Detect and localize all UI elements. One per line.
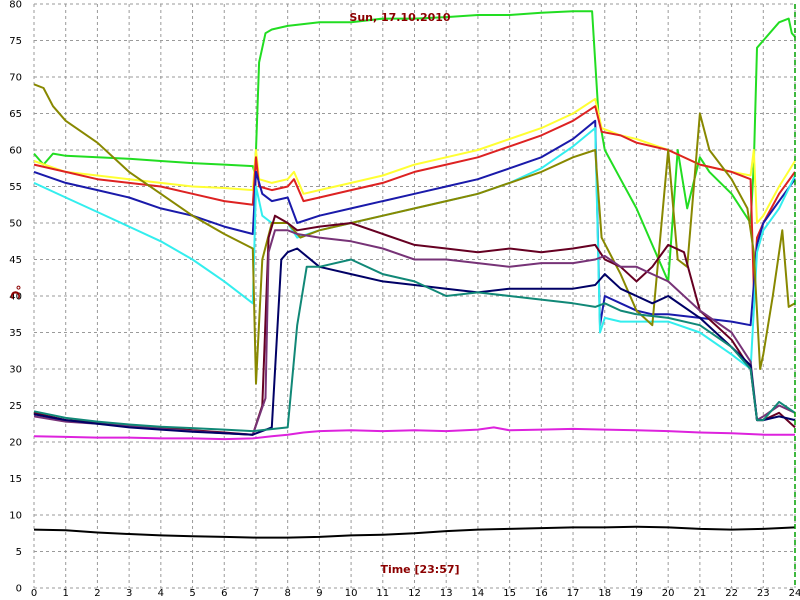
x-tick-label: 21 [694,588,707,599]
y-tick-label: 25 [9,401,22,412]
x-tick-label: 19 [630,588,643,599]
x-tick-label: 4 [158,588,164,599]
x-axis-label: Time [23:57] [380,563,459,576]
x-tick-label: 13 [440,588,453,599]
grid [33,3,796,589]
y-tick-label: 55 [9,182,22,193]
x-tick-label: 8 [284,588,290,599]
x-tick-label: 15 [503,588,516,599]
y-tick-label: 15 [9,474,22,485]
chart-title: Sun, 17.10.2010 [349,11,451,24]
y-tick-label: 10 [9,511,22,522]
y-tick-label: 80 [9,0,22,11]
x-tick-label: 7 [253,588,259,599]
x-tick-label: 0 [31,588,37,599]
temperature-chart: 05101520253035404550556065707580 0123456… [8,0,800,599]
x-tick-label: 9 [316,588,322,599]
y-tick-label: 70 [9,73,22,84]
x-tick-label: 23 [757,588,770,599]
x-tick-label: 22 [725,588,738,599]
x-tick-label: 20 [662,588,675,599]
x-tick-label: 2 [94,588,100,599]
x-tick-label: 12 [408,588,421,599]
x-tick-label: 24 [789,588,800,599]
y-tick-label: 5 [16,547,22,558]
x-tick-label: 6 [221,588,227,599]
y-tick-label: 65 [9,109,22,120]
x-tick-label: 16 [535,588,548,599]
y-tick-label: 45 [9,255,22,266]
x-tick-label: 17 [567,588,580,599]
x-tick-label: 11 [376,588,389,599]
y-tick-label: 20 [9,438,22,449]
x-tick-label: 18 [598,588,611,599]
x-tick-label: 10 [345,588,358,599]
x-tick-label: 3 [126,588,132,599]
y-tick-label: 50 [9,219,22,230]
y-axis-label: °C [8,285,22,300]
y-tick-label: 35 [9,328,22,339]
y-tick-label: 0 [16,584,22,595]
x-tick-label: 5 [189,588,195,599]
y-tick-label: 75 [9,36,22,47]
y-tick-label: 60 [9,146,22,157]
x-tick-label: 14 [472,588,485,599]
x-tick-label: 1 [63,588,69,599]
x-tick-labels: 0 1 2 3 4 5 6 7 8 9 10 11 12 13 14 15 16 17 18 19 20 21 22 23 24 [31,588,800,599]
y-tick-label: 30 [9,365,22,376]
